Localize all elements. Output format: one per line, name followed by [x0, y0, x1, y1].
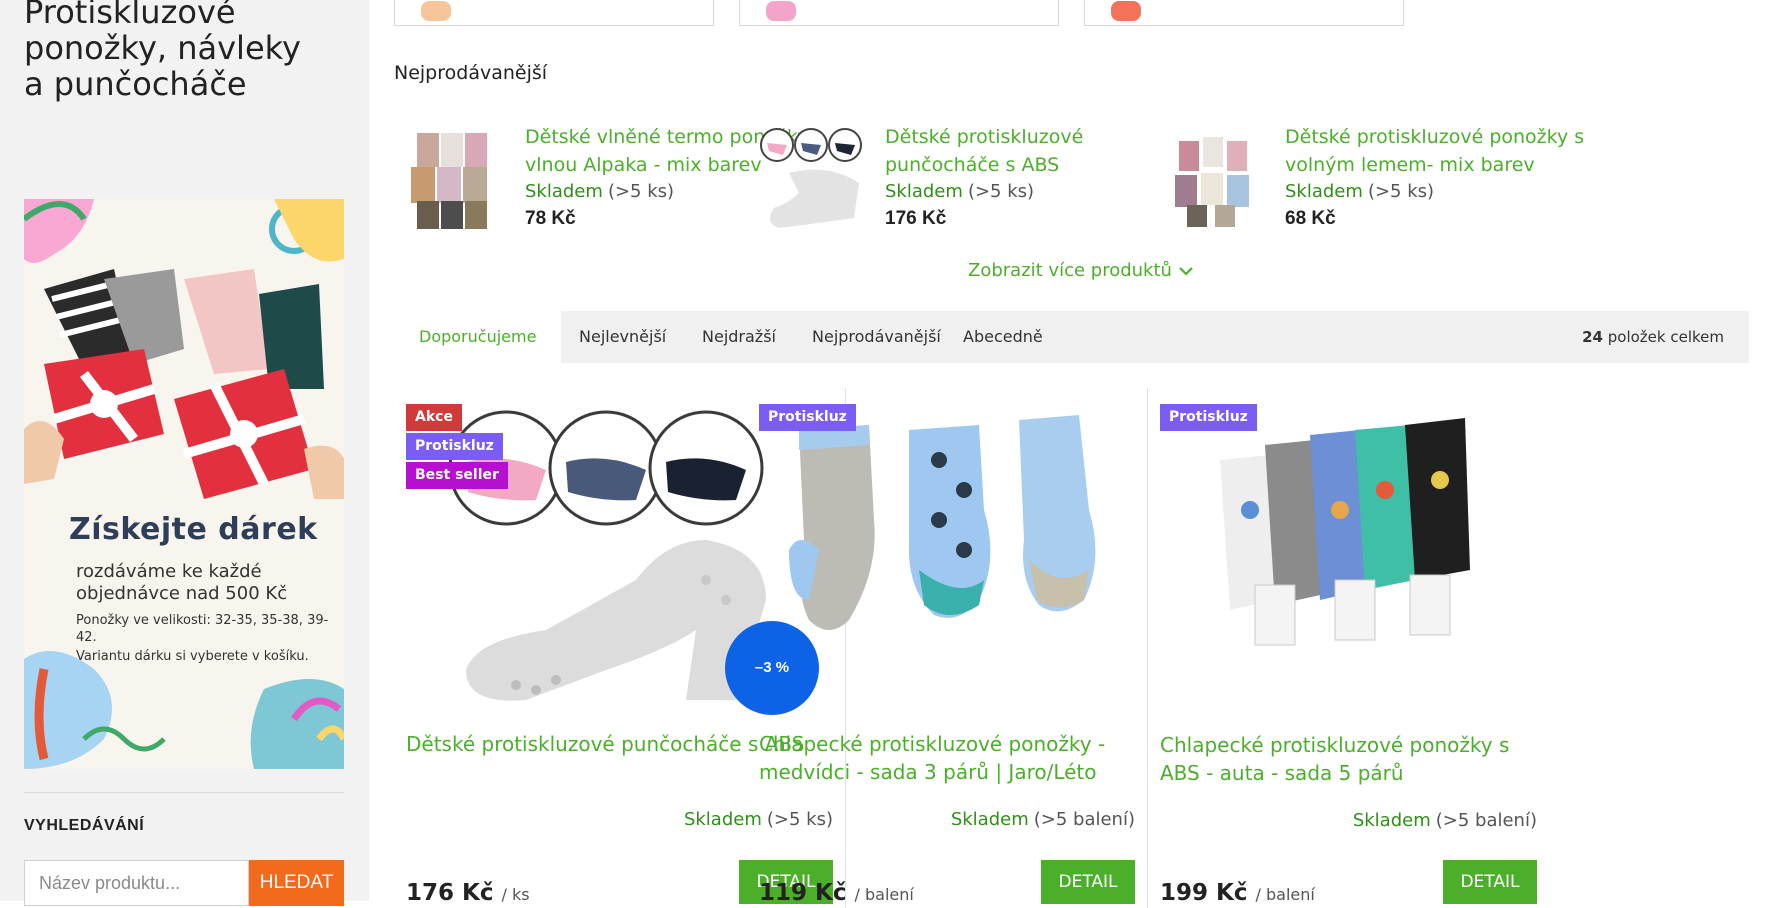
detail-button[interactable]: DETAIL: [1041, 860, 1135, 904]
price-unit: / balení: [854, 885, 914, 904]
category-title: Protiskluzové ponožky, návleky a punčoch…: [24, 0, 301, 103]
stock-quantity: (>5 balení): [1033, 809, 1135, 830]
banner-sizes: Ponožky ve velikosti: 32-35, 35-38, 39-4…: [76, 613, 329, 645]
product-price: 119 Kč / balení: [759, 880, 914, 906]
stock-quantity: (>5 ks): [607, 181, 675, 202]
subcategory-icon: [1111, 1, 1141, 21]
sort-tab-cheapest[interactable]: Nejlevnější: [554, 311, 691, 363]
price-value: 119 Kč: [759, 880, 847, 906]
bestsellers-heading: Nejprodávanější: [394, 62, 548, 84]
item-count-number: 24: [1582, 328, 1603, 346]
bestseller-price: 78 Kč: [525, 208, 576, 229]
banner-text: rozdáváme ke každé objednávce nad 500 Kč: [76, 561, 288, 604]
banner-heading: Získejte dárek: [69, 512, 318, 547]
product-image: [789, 415, 1096, 630]
bestseller-name[interactable]: Dětské protiskluzové ponožky s volným le…: [1285, 123, 1585, 179]
sort-tab-recommended[interactable]: Doporučujeme: [394, 311, 562, 363]
subcategory-card[interactable]: [739, 0, 1059, 26]
search-button[interactable]: HLEDAT: [249, 860, 344, 906]
flag-protiskluz: Protiskluz: [406, 433, 503, 460]
bestseller-price: 176 Kč: [885, 208, 947, 229]
sort-bar: Doporučujeme Nejlevnější Nejdražší Nejpr…: [394, 311, 1749, 363]
bestseller-item[interactable]: Dětské protiskluzové ponožky s volným le…: [1159, 123, 1589, 233]
product-stock: Skladem (>5 balení): [951, 809, 1135, 830]
subcategory-card[interactable]: [1084, 0, 1404, 26]
product-thumbnail: [1175, 137, 1249, 227]
search-input[interactable]: [24, 860, 249, 906]
sort-tab-alphabetical[interactable]: Abecedně: [938, 311, 1068, 363]
chevron-down-icon: [1178, 267, 1193, 276]
product-name[interactable]: Chlapecké protiskluzové ponožky s ABS - …: [1160, 731, 1540, 787]
price-value: 176 Kč: [406, 880, 494, 906]
product-stock: Skladem (>5 balení): [1353, 810, 1537, 831]
stock-status: Skladem: [1352, 810, 1431, 831]
flag-akce: Akce: [406, 404, 462, 431]
promo-banner[interactable]: Získejte dárek rozdáváme ke každé objedn…: [24, 199, 344, 769]
show-more-link[interactable]: Zobrazit více produktů: [968, 260, 1194, 281]
price-unit: / ks: [501, 885, 530, 904]
sidebar-divider: [24, 792, 344, 793]
product-name[interactable]: Chlapecké protiskluzové ponožky - medvíd…: [759, 730, 1139, 786]
stock-status: Skladem: [885, 181, 963, 202]
subcategory-icon: [421, 1, 451, 21]
stock-status: Skladem: [950, 809, 1029, 830]
sidebar: Protiskluzové ponožky, návleky a punčoch…: [0, 0, 369, 906]
banner-note: Variantu dárku si vyberete v košíku.: [76, 649, 309, 664]
price-value: 199 Kč: [1160, 880, 1248, 906]
detail-button[interactable]: DETAIL: [1443, 860, 1537, 904]
product-price: 176 Kč / ks: [406, 880, 530, 906]
bestseller-price: 68 Kč: [1285, 208, 1336, 229]
bestseller-name[interactable]: Dětské protiskluzové punčocháče s ABS: [885, 123, 1185, 179]
main-content: Nejprodávanější Dětské vlněné termo pono…: [369, 0, 1767, 908]
price-unit: / balení: [1255, 885, 1315, 904]
stock-quantity: (>5 balení): [1435, 810, 1537, 831]
flag-protiskluz: Protiskluz: [759, 404, 856, 431]
stock-status: Skladem: [525, 181, 603, 202]
product-card[interactable]: Protiskluz Chlapecké protiskluzové ponož…: [1148, 388, 1549, 908]
banner-illustration: [24, 199, 344, 769]
subcategory-icon: [766, 1, 796, 21]
subcategory-card[interactable]: [394, 0, 714, 26]
product-thumbnail: [760, 128, 862, 228]
product-image: [1220, 418, 1470, 646]
stock-status: Skladem: [1285, 181, 1363, 202]
show-more-label: Zobrazit více produktů: [968, 260, 1172, 281]
stock-quantity: (>5 ks): [1367, 181, 1435, 202]
search-heading: VYHLEDÁVÁNÍ: [24, 817, 145, 834]
stock-quantity: (>5 ks): [967, 181, 1035, 202]
product-price: 199 Kč / balení: [1160, 880, 1315, 906]
bestseller-item[interactable]: Dětské protiskluzové punčocháče s ABS Sk…: [759, 123, 1189, 233]
bestseller-stock: Skladem (>5 ks): [525, 179, 674, 204]
bestseller-stock: Skladem (>5 ks): [885, 179, 1034, 204]
product-thumbnail: [411, 133, 487, 229]
bestseller-stock: Skladem (>5 ks): [1285, 179, 1434, 204]
flag-best-seller: Best seller: [406, 462, 508, 489]
item-count-label: položek celkem: [1607, 328, 1724, 346]
product-card[interactable]: Protiskluz Chlapecké protiskluzové ponož…: [747, 388, 1148, 908]
item-count: 24 položek celkem: [1582, 311, 1724, 363]
flag-protiskluz: Protiskluz: [1160, 404, 1257, 431]
sort-tab-most-expensive[interactable]: Nejdražší: [677, 311, 801, 363]
